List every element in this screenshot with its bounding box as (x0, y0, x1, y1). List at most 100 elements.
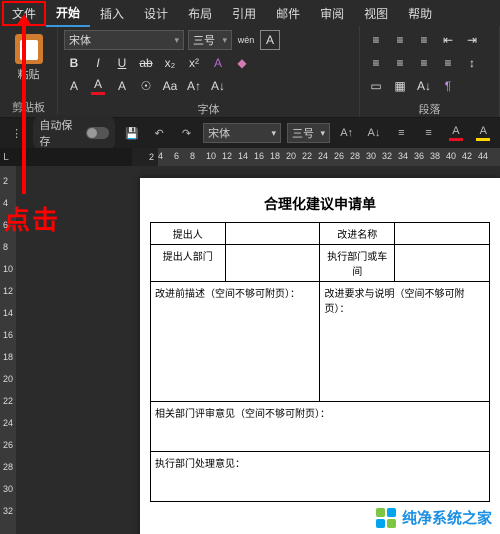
ruler-tick: 10 (206, 151, 216, 161)
ruler-tick: 2 (3, 176, 8, 186)
line-spacing-button[interactable]: ↕ (462, 53, 482, 73)
qat-font-combo[interactable]: 宋体 ▾ (203, 123, 281, 143)
annotation-arrow (22, 24, 26, 194)
menu-home[interactable]: 开始 (46, 0, 90, 27)
text-effects-button[interactable]: A (208, 53, 228, 73)
ruler-tick: 28 (350, 151, 360, 161)
menu-view[interactable]: 视图 (354, 1, 398, 26)
align-center-button[interactable]: ≡ (390, 53, 410, 73)
qat-grow-font-button[interactable]: A↑ (336, 122, 357, 144)
menu-mailings[interactable]: 邮件 (266, 1, 310, 26)
grow-font-button[interactable]: A↑ (184, 76, 204, 96)
italic-button[interactable]: I (88, 53, 108, 73)
ribbon: 粘贴 剪贴板 宋体 ▾ 三号 ▾ wén A B I U ab x₂ x² A … (0, 26, 500, 118)
qat-highlight-button[interactable]: A (473, 122, 494, 144)
qat-size-combo[interactable]: 三号 ▾ (287, 123, 330, 143)
qat-size-value: 三号 (292, 125, 314, 141)
chevron-down-icon: ▾ (271, 128, 276, 139)
menu-design[interactable]: 设计 (134, 1, 178, 26)
chevron-down-icon: ▾ (174, 35, 179, 46)
ruler-tick: 38 (430, 151, 440, 161)
paste-button[interactable]: 粘贴 (6, 30, 51, 82)
shrink-font-button[interactable]: A↓ (208, 76, 228, 96)
ruler-tick: 28 (3, 462, 13, 472)
change-case-button[interactable]: Aa (160, 76, 180, 96)
ruler-tick: 10 (3, 264, 13, 274)
ruler-tick: 12 (3, 286, 13, 296)
align-left-button[interactable]: ≡ (366, 53, 386, 73)
ruler-tick: 16 (3, 330, 13, 340)
annotation-label: 点击 (4, 200, 60, 237)
ruler-tick: 6 (174, 151, 179, 161)
cell-exec-dept-value (395, 245, 490, 282)
menu-layout[interactable]: 布局 (178, 1, 222, 26)
qat-font-value: 宋体 (208, 125, 230, 141)
menu-insert[interactable]: 插入 (90, 1, 134, 26)
strikethrough-button[interactable]: ab (136, 53, 156, 73)
increase-indent-button[interactable]: ⇥ (462, 30, 482, 50)
decrease-indent-button[interactable]: ⇤ (438, 30, 458, 50)
ruler-tick: 20 (286, 151, 296, 161)
ruler-tick: 26 (334, 151, 344, 161)
ruler-tick: 24 (318, 151, 328, 161)
menu-references[interactable]: 引用 (222, 1, 266, 26)
ruler-tick: 14 (238, 151, 248, 161)
ruler-tick: 18 (270, 151, 280, 161)
autosave-toggle[interactable]: 自动保存 (33, 115, 115, 151)
bullets-button[interactable]: ≡ (366, 30, 386, 50)
menu-help[interactable]: 帮助 (398, 1, 442, 26)
cell-improve-name-label: 改进名称 (320, 223, 395, 245)
ruler-tick: 40 (446, 151, 456, 161)
qat-shrink-font-button[interactable]: A↓ (363, 122, 384, 144)
menu-review[interactable]: 审阅 (310, 1, 354, 26)
watermark: 纯净系统之家 (376, 507, 492, 528)
character-border-button[interactable]: A (260, 30, 280, 50)
ruler-tick: 18 (3, 352, 13, 362)
watermark-text: 纯净系统之家 (402, 507, 492, 528)
ruler-tick: 8 (3, 242, 8, 252)
multilevel-list-button[interactable]: ≡ (414, 30, 434, 50)
numbering-button[interactable]: ≡ (390, 30, 410, 50)
document-area[interactable]: 合理化建议申请单 提出人 改进名称 提出人部门 执行部门或车间 改进前描述（空间… (16, 166, 500, 534)
quick-access-bar: ⋮ 自动保存 💾 ↶ ↷ 宋体 ▾ 三号 ▾ A↑ A↓ ≡ ≡ A A (0, 118, 500, 148)
font-size-value: 三号 (193, 32, 215, 48)
paste-label: 粘贴 (18, 66, 40, 82)
undo-button[interactable]: ↶ (148, 122, 169, 144)
sort-button[interactable]: A↓ (414, 76, 434, 96)
subscript-button[interactable]: x₂ (160, 53, 180, 73)
clipboard-section-label: 剪贴板 (6, 97, 51, 115)
text-highlight-button[interactable]: A (64, 76, 84, 96)
align-right-button[interactable]: ≡ (414, 53, 434, 73)
cell-proposer-label: 提出人 (151, 223, 226, 245)
font-color-button[interactable]: A (88, 76, 108, 96)
redo-button[interactable]: ↷ (176, 122, 197, 144)
phonetic-guide-button[interactable]: wén (236, 30, 256, 50)
cell-review-opinion: 相关部门评审意见（空间不够可附页）： (151, 402, 490, 452)
ruler-tick: 16 (254, 151, 264, 161)
ruler-row: L 2 468101214161820222426283032343638404… (0, 148, 500, 166)
qat-numbering-button[interactable]: ≡ (418, 122, 439, 144)
cell-dept-label: 提出人部门 (151, 245, 226, 282)
enclose-characters-button[interactable]: ☉ (136, 76, 156, 96)
save-button[interactable]: 💾 (121, 122, 142, 144)
menu-bar: 文件 开始 插入 设计 布局 引用 邮件 审阅 视图 帮助 (0, 0, 500, 26)
justify-button[interactable]: ≡ (438, 53, 458, 73)
qat-bullets-button[interactable]: ≡ (391, 122, 412, 144)
underline-button[interactable]: U (112, 53, 132, 73)
shading-button[interactable]: ▭ (366, 76, 386, 96)
ruler-tick: 34 (398, 151, 408, 161)
borders-button[interactable]: ▦ (390, 76, 410, 96)
character-shading-button[interactable]: A (112, 76, 132, 96)
clear-formatting-button[interactable]: ◆ (232, 53, 252, 73)
qat-font-color-button[interactable]: A (445, 122, 466, 144)
ruler-tick: 14 (3, 308, 13, 318)
superscript-button[interactable]: x² (184, 53, 204, 73)
font-name-combo[interactable]: 宋体 ▾ (64, 30, 184, 50)
bold-button[interactable]: B (64, 53, 84, 73)
show-marks-button[interactable]: ¶ (438, 76, 458, 96)
autosave-label: 自动保存 (39, 117, 82, 149)
font-name-value: 宋体 (69, 32, 91, 48)
work-area: 2468101214161820222426283032 合理化建议申请单 提出… (0, 166, 500, 534)
horizontal-ruler[interactable]: 2 46810121416182022242628303234363840424… (132, 148, 500, 166)
font-size-combo[interactable]: 三号 ▾ (188, 30, 232, 50)
